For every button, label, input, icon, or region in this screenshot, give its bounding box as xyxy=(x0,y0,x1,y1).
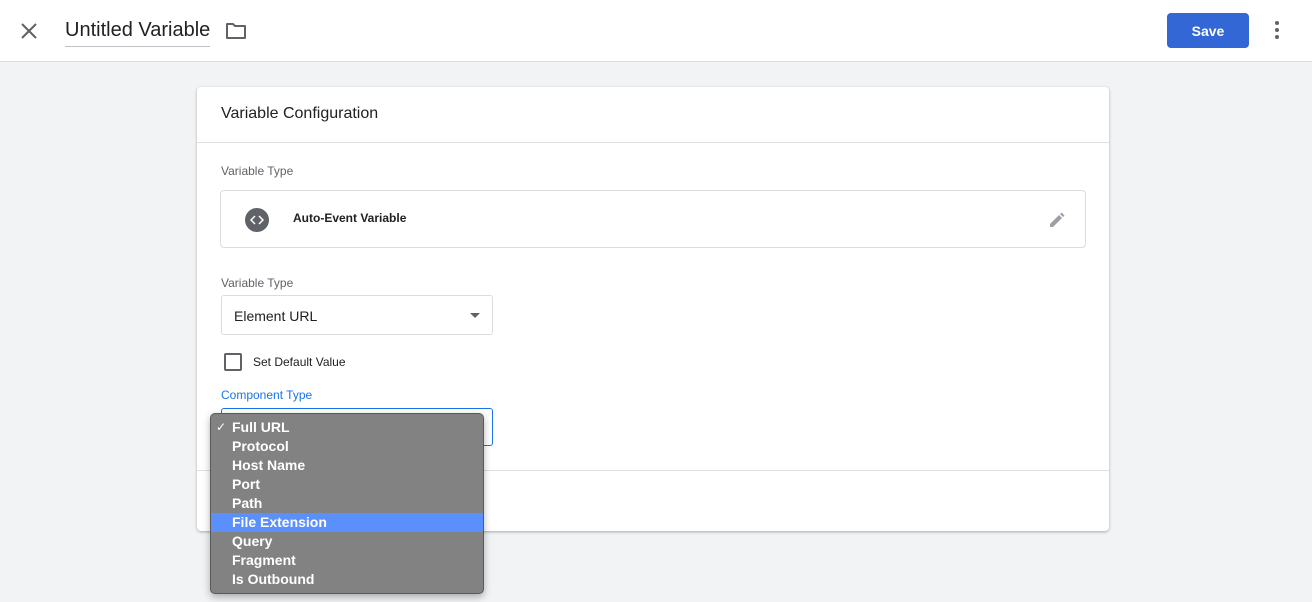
dropdown-option-port[interactable]: Port xyxy=(211,475,483,494)
dropdown-option-fragment[interactable]: Fragment xyxy=(211,551,483,570)
default-value-checkbox[interactable] xyxy=(224,353,242,371)
chevron-down-icon xyxy=(470,313,480,318)
dropdown-option-is-outbound[interactable]: Is Outbound xyxy=(211,570,483,589)
dropdown-option-query[interactable]: Query xyxy=(211,532,483,551)
sub-type-value: Element URL xyxy=(234,308,318,324)
dropdown-option-protocol[interactable]: Protocol xyxy=(211,437,483,456)
variable-type-name: Auto-Event Variable xyxy=(293,211,407,225)
component-type-dropdown: ✓ Full URL Protocol Host Name Port Path … xyxy=(210,413,484,594)
card-title: Variable Configuration xyxy=(221,105,379,122)
folder-button[interactable] xyxy=(224,19,248,43)
pencil-icon[interactable] xyxy=(1045,208,1069,232)
dropdown-option-host-name[interactable]: Host Name xyxy=(211,456,483,475)
variable-type-selector[interactable]: Auto-Event Variable xyxy=(220,190,1086,248)
dropdown-option-path[interactable]: Path xyxy=(211,494,483,513)
variable-name-input[interactable]: Untitled Variable xyxy=(65,18,211,47)
folder-icon xyxy=(226,23,246,39)
sub-type-label: Variable Type xyxy=(221,276,294,290)
more-vert-icon xyxy=(1275,21,1279,39)
close-icon xyxy=(21,23,37,39)
sub-type-select[interactable]: Element URL xyxy=(221,295,493,335)
dropdown-option-full-url[interactable]: ✓ Full URL xyxy=(211,418,483,437)
card-header: Variable Configuration xyxy=(197,87,1109,143)
close-button[interactable] xyxy=(14,16,44,46)
dropdown-option-file-extension[interactable]: File Extension xyxy=(211,513,483,532)
code-icon xyxy=(245,208,269,232)
more-options-button[interactable] xyxy=(1265,18,1289,42)
save-button[interactable]: Save xyxy=(1167,13,1249,48)
variable-type-label: Variable Type xyxy=(221,164,294,178)
component-type-label: Component Type xyxy=(221,388,313,402)
default-value-label: Set Default Value xyxy=(253,355,346,369)
top-bar: Untitled Variable Save xyxy=(0,0,1312,62)
checkmark-icon: ✓ xyxy=(216,420,227,434)
